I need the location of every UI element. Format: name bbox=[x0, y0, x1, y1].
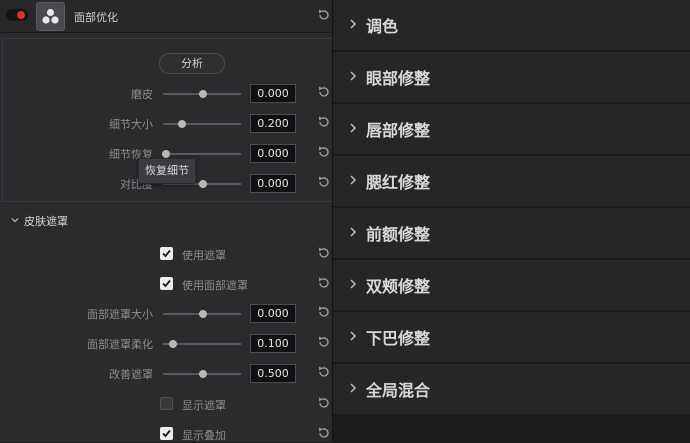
use-mask-label: 使用遮罩 bbox=[182, 249, 226, 262]
slider-track[interactable] bbox=[162, 150, 241, 158]
slider-label: 改善遮罩 bbox=[109, 368, 153, 381]
slider-track[interactable] bbox=[163, 120, 241, 128]
show-mask-label: 显示遮罩 bbox=[182, 399, 226, 412]
reset-icon[interactable] bbox=[317, 8, 331, 22]
slider-knob[interactable] bbox=[199, 370, 207, 378]
tooltip: 恢复细节 bbox=[138, 158, 196, 184]
adjustment-section-row[interactable]: 前额修整 bbox=[333, 208, 690, 259]
chevron-down-icon[interactable] bbox=[11, 216, 19, 224]
value-field[interactable]: 0.100 bbox=[250, 334, 296, 353]
slider-label: 细节大小 bbox=[109, 118, 153, 131]
slider-track[interactable] bbox=[163, 370, 241, 378]
slider-label: 面部遮罩大小 bbox=[87, 308, 153, 321]
adjustment-section-row[interactable]: 全局混合 bbox=[333, 364, 690, 415]
slider-label: 磨皮 bbox=[131, 88, 153, 101]
reset-icon[interactable] bbox=[317, 396, 331, 410]
chevron-right-icon bbox=[350, 19, 357, 29]
adjustment-section-row[interactable]: 下巴修整 bbox=[333, 312, 690, 363]
slider-knob[interactable] bbox=[199, 180, 207, 188]
reset-icon[interactable] bbox=[317, 115, 331, 129]
use-face-mask-checkbox[interactable] bbox=[160, 277, 173, 290]
section-label: 调色 bbox=[366, 17, 399, 36]
reset-icon[interactable] bbox=[317, 305, 331, 319]
chevron-right-icon bbox=[350, 227, 357, 237]
reset-icon[interactable] bbox=[317, 365, 331, 379]
show-overlay-label: 显示叠加 bbox=[182, 429, 226, 442]
node-header: 面部优化 bbox=[0, 0, 332, 33]
chevron-right-icon bbox=[350, 279, 357, 289]
value-field[interactable]: 0.000 bbox=[250, 144, 296, 163]
value-field[interactable]: 0.000 bbox=[250, 174, 296, 193]
node-title: 面部优化 bbox=[74, 11, 118, 24]
chevron-right-icon bbox=[350, 123, 357, 133]
adjustment-section-row[interactable]: 唇部修整 bbox=[333, 104, 690, 155]
adjustment-section-row[interactable]: 双颊修整 bbox=[333, 260, 690, 311]
chevron-right-icon bbox=[350, 175, 357, 185]
left-panel: 面部优化 分析 磨皮 0.000 细节大小 0.200 细节恢复 0.000 对比度 0.00… bbox=[0, 0, 332, 442]
section-label: 前额修整 bbox=[366, 225, 431, 244]
slider-knob[interactable] bbox=[199, 90, 207, 98]
section-label: 眼部修整 bbox=[366, 69, 431, 88]
reset-icon[interactable] bbox=[317, 246, 331, 260]
node-icon bbox=[36, 2, 65, 31]
value-field[interactable]: 0.000 bbox=[250, 304, 296, 323]
value-field[interactable]: 0.200 bbox=[250, 114, 296, 133]
analyze-button[interactable]: 分析 bbox=[159, 53, 225, 74]
use-mask-checkbox[interactable] bbox=[160, 247, 173, 260]
enable-toggle[interactable] bbox=[6, 9, 28, 21]
section-label: 双颊修整 bbox=[366, 277, 431, 296]
chevron-right-icon bbox=[350, 383, 357, 393]
chevron-right-icon bbox=[350, 71, 357, 81]
reset-icon[interactable] bbox=[317, 335, 331, 349]
section-label: 腮红修整 bbox=[366, 173, 431, 192]
slider-track[interactable] bbox=[163, 90, 241, 98]
slider-label: 面部遮罩柔化 bbox=[87, 338, 153, 351]
reset-icon[interactable] bbox=[317, 276, 331, 290]
reset-icon[interactable] bbox=[317, 85, 331, 99]
use-face-mask-label: 使用面部遮罩 bbox=[182, 279, 248, 292]
adjustment-section-row[interactable]: 调色 bbox=[333, 0, 690, 51]
slider-knob[interactable] bbox=[169, 340, 178, 348]
slider-track[interactable] bbox=[163, 340, 241, 348]
section-label: 下巴修整 bbox=[366, 329, 431, 348]
chevron-right-icon bbox=[350, 331, 357, 341]
section-label: 唇部修整 bbox=[366, 121, 431, 140]
value-field[interactable]: 0.500 bbox=[250, 364, 296, 383]
slider-knob[interactable] bbox=[162, 150, 170, 158]
slider-knob[interactable] bbox=[199, 310, 207, 318]
adjustment-section-row[interactable]: 眼部修整 bbox=[333, 52, 690, 103]
reset-icon[interactable] bbox=[317, 145, 331, 159]
show-mask-checkbox[interactable] bbox=[160, 397, 173, 410]
adjustment-section-row[interactable]: 腮红修整 bbox=[333, 156, 690, 207]
value-field[interactable]: 0.000 bbox=[250, 84, 296, 103]
slider-track[interactable] bbox=[163, 310, 241, 318]
reset-icon[interactable] bbox=[317, 175, 331, 189]
toggle-dot bbox=[17, 11, 25, 19]
show-overlay-checkbox[interactable] bbox=[160, 427, 173, 440]
section-label: 全局混合 bbox=[366, 381, 431, 400]
skin-mask-title: 皮肤遮罩 bbox=[24, 215, 68, 228]
reset-icon[interactable] bbox=[317, 426, 331, 440]
